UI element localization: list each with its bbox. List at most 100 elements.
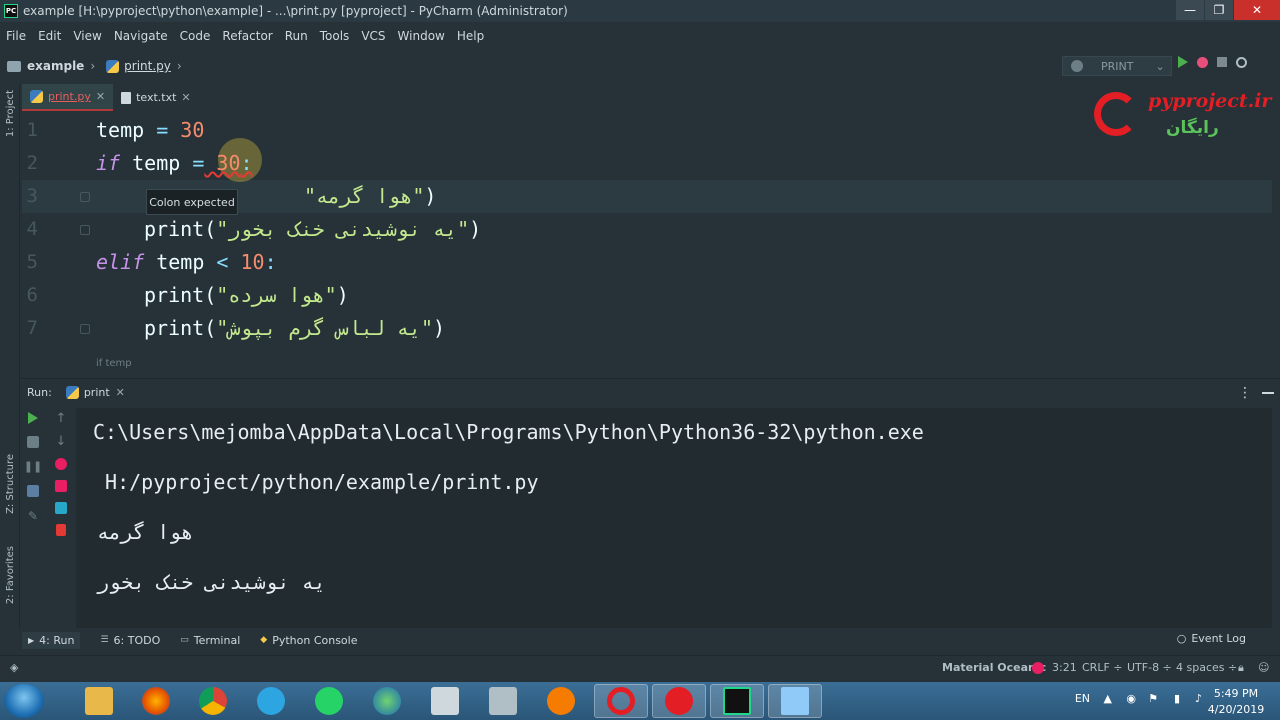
- event-log-button[interactable]: ○ Event Log: [1177, 632, 1246, 645]
- stop-icon[interactable]: [1217, 57, 1227, 67]
- clock-date[interactable]: 4/20/2019: [1206, 703, 1266, 716]
- search-app-taskbar-button[interactable]: [534, 684, 588, 718]
- caret-position[interactable]: 3:21: [1052, 661, 1077, 674]
- tab-print-py[interactable]: print.py ✕: [22, 84, 114, 111]
- fold-marker-icon[interactable]: [80, 192, 90, 202]
- paint-taskbar-button[interactable]: [476, 684, 530, 718]
- explorer-taskbar-button[interactable]: [72, 684, 126, 718]
- telegram-taskbar-button[interactable]: [244, 684, 298, 718]
- clock-time[interactable]: 5:49 PM: [1206, 687, 1266, 700]
- soft-wrap-icon[interactable]: [55, 458, 67, 470]
- play-small-icon: ▶: [28, 635, 35, 645]
- run-tab-print[interactable]: print: [84, 386, 110, 399]
- lock-icon[interactable]: 🔒︎: [1238, 661, 1244, 675]
- menu-file[interactable]: File: [6, 29, 26, 43]
- minimize-button[interactable]: —: [1176, 0, 1204, 20]
- menu-run[interactable]: Run: [285, 29, 308, 43]
- code-breadcrumb[interactable]: if temp: [96, 358, 132, 369]
- favorites-tool-button[interactable]: 2: Favorites: [5, 546, 16, 604]
- fold-marker-icon[interactable]: [80, 324, 90, 334]
- layers-icon[interactable]: ◈: [10, 661, 18, 674]
- arrow-up-icon[interactable]: ↑: [56, 412, 67, 425]
- tab-text-txt[interactable]: text.txt ✕: [113, 84, 199, 111]
- theme-icon[interactable]: [1032, 662, 1044, 674]
- run-console[interactable]: C:\Users\mejomba\AppData\Local\Programs\…: [76, 408, 1272, 628]
- menu-window[interactable]: Window: [398, 29, 445, 43]
- close-run-tab-icon[interactable]: ✕: [116, 386, 125, 399]
- close-tab-icon[interactable]: ✕: [96, 90, 105, 103]
- scroll-to-end-icon[interactable]: [55, 480, 67, 492]
- folder-icon: [7, 60, 21, 72]
- network-icon[interactable]: ▮: [1174, 692, 1180, 705]
- line-number: 1: [26, 119, 38, 141]
- menu-code[interactable]: Code: [180, 29, 211, 43]
- chevron-down-icon: ⌄: [1155, 59, 1165, 73]
- tab-terminal[interactable]: ▭ Terminal: [180, 634, 240, 647]
- close-button[interactable]: ✕: [1234, 0, 1280, 20]
- maximize-button[interactable]: ❐: [1205, 0, 1233, 20]
- menu-help[interactable]: Help: [457, 29, 484, 43]
- opera-taskbar-button[interactable]: [594, 684, 648, 718]
- pin-icon[interactable]: ✎: [28, 509, 38, 523]
- code-line-7: print("یه لباس گرم بپوش"): [144, 316, 446, 340]
- search-icon[interactable]: [1236, 56, 1247, 68]
- window-icon: [781, 687, 809, 715]
- print-icon[interactable]: [55, 502, 67, 514]
- flag-icon[interactable]: ⚑: [1148, 692, 1158, 705]
- chrome-taskbar-button[interactable]: [186, 684, 240, 718]
- calculator-taskbar-button[interactable]: [418, 684, 472, 718]
- pyproject-taskbar-button[interactable]: [652, 684, 706, 718]
- project-tool-button[interactable]: 1: Project: [5, 90, 16, 137]
- fold-marker-icon[interactable]: [80, 225, 90, 235]
- tab-run[interactable]: ▶ 4: Run: [22, 631, 81, 649]
- tab-todo[interactable]: ☰ 6: TODO: [100, 634, 160, 647]
- line-separator[interactable]: CRLF ÷: [1082, 661, 1123, 674]
- menu-tools[interactable]: Tools: [320, 29, 350, 43]
- breadcrumb-project[interactable]: example: [27, 59, 84, 73]
- volume-icon[interactable]: ♪: [1195, 692, 1202, 705]
- pycharm-taskbar-button[interactable]: [710, 684, 764, 718]
- layout-icon[interactable]: [27, 485, 39, 497]
- run-icon[interactable]: [1178, 56, 1188, 68]
- menu-navigate[interactable]: Navigate: [114, 29, 168, 43]
- structure-tool-button[interactable]: Z: Structure: [5, 454, 16, 514]
- menu-refactor[interactable]: Refactor: [222, 29, 272, 43]
- title-bar: PC example [H:\pyproject\python\example]…: [0, 0, 1280, 22]
- indent-setting[interactable]: 4 spaces ÷: [1176, 661, 1237, 674]
- trash-icon[interactable]: [56, 524, 66, 536]
- close-tab-icon[interactable]: ✕: [181, 91, 190, 104]
- menu-view[interactable]: View: [73, 29, 101, 43]
- tab-python-console[interactable]: ◆ Python Console: [260, 634, 357, 647]
- theme-name[interactable]: Material Oceanic: [942, 661, 1046, 674]
- window-taskbar-button[interactable]: [768, 684, 822, 718]
- status-bar: ◈ Material Oceanic 3:21 CRLF ÷ UTF-8 ÷ 4…: [0, 655, 1280, 679]
- whatsapp-taskbar-button[interactable]: [302, 684, 356, 718]
- network-taskbar-button[interactable]: [360, 684, 414, 718]
- stop-icon[interactable]: [27, 436, 39, 448]
- file-encoding[interactable]: UTF-8 ÷: [1127, 661, 1172, 674]
- minimize-panel-icon[interactable]: [1262, 391, 1274, 394]
- pause-icon[interactable]: ❚❚: [24, 460, 42, 473]
- tray-expand-icon[interactable]: ▲: [1104, 692, 1112, 705]
- folder-icon: [85, 687, 113, 715]
- line-number: 7: [26, 317, 38, 339]
- menu-edit[interactable]: Edit: [38, 29, 61, 43]
- menu-vcs[interactable]: VCS: [361, 29, 385, 43]
- editor-scrollbar[interactable]: [1272, 113, 1280, 375]
- tray-app-icon[interactable]: ◉: [1126, 692, 1136, 705]
- calculator-icon: [431, 687, 459, 715]
- code-editor[interactable]: 1 2 3 4 5 6 7 temp = 30 if temp = 30: "ه…: [22, 113, 1272, 375]
- start-button[interactable]: [4, 684, 44, 718]
- line-number: 5: [26, 251, 38, 273]
- run-panel-header: Run: print ✕ ⋮: [20, 378, 1280, 406]
- rerun-icon[interactable]: [28, 412, 38, 424]
- code-line-3: "هوا گرمه"): [304, 184, 437, 208]
- firefox-taskbar-button[interactable]: [129, 684, 183, 718]
- debug-icon[interactable]: [1197, 56, 1208, 68]
- breadcrumb-file[interactable]: print.py: [124, 59, 171, 73]
- more-options-icon[interactable]: ⋮: [1238, 385, 1252, 401]
- run-configuration-select[interactable]: PRINT ⌄: [1062, 56, 1172, 76]
- arrow-down-icon[interactable]: ↓: [56, 435, 67, 448]
- inspector-icon[interactable]: ☺: [1258, 661, 1269, 674]
- language-indicator[interactable]: EN: [1075, 692, 1090, 705]
